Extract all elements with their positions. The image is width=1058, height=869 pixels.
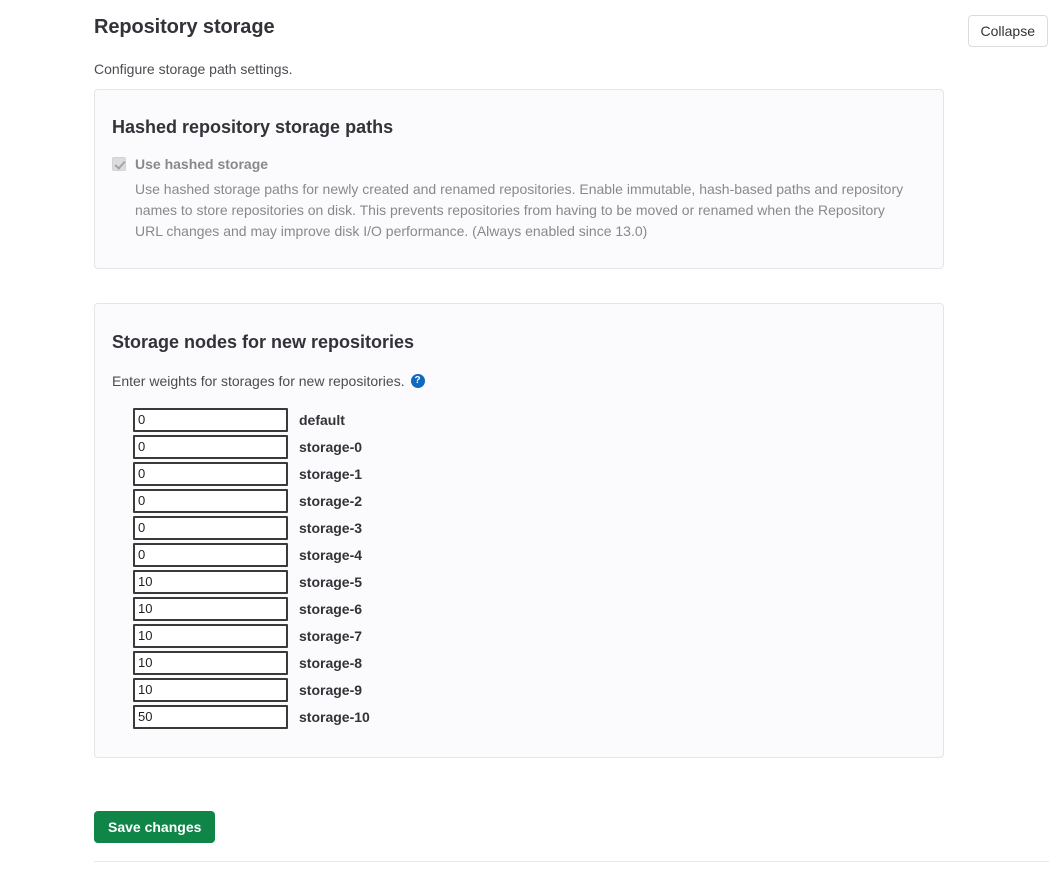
question-circle-icon[interactable]: ? bbox=[410, 374, 425, 388]
storage-name-label: storage-10 bbox=[299, 708, 370, 725]
storage-weight-row: default bbox=[133, 406, 943, 433]
storage-name-label: storage-8 bbox=[299, 654, 363, 671]
storage-nodes-help: Enter weights for storages for new repos… bbox=[112, 371, 943, 391]
hashed-storage-description: Use hashed storage paths for newly creat… bbox=[135, 181, 904, 239]
storage-name-label: storage-3 bbox=[299, 519, 363, 536]
page-title: Repository storage bbox=[94, 16, 275, 38]
storage-name-label: storage-9 bbox=[299, 681, 363, 698]
storage-weight-row: storage-6 bbox=[133, 595, 943, 622]
storage-weight-input-storage-7[interactable] bbox=[133, 623, 288, 648]
storage-name-label: storage-0 bbox=[299, 438, 363, 455]
storage-weight-row: storage-2 bbox=[133, 487, 943, 514]
storage-weight-row: storage-10 bbox=[133, 703, 943, 730]
storage-name-label: storage-4 bbox=[299, 546, 363, 563]
storage-weight-input-storage-5[interactable] bbox=[133, 569, 288, 594]
page-subtitle: Configure storage path settings. bbox=[94, 61, 293, 77]
storage-weight-row: storage-1 bbox=[133, 460, 943, 487]
storage-weight-row: storage-0 bbox=[133, 433, 943, 460]
storage-weight-input-storage-6[interactable] bbox=[133, 596, 288, 621]
storage-weight-input-storage-0[interactable] bbox=[133, 434, 288, 459]
storage-name-label: default bbox=[299, 411, 345, 428]
storage-nodes-title: Storage nodes for new repositories bbox=[112, 332, 415, 352]
storage-nodes-card: Storage nodes for new repositories Enter… bbox=[94, 303, 944, 758]
storage-nodes-help-text: Enter weights for storages for new repos… bbox=[112, 373, 405, 389]
storage-weight-input-storage-8[interactable] bbox=[133, 650, 288, 675]
use-hashed-storage-label: Use hashed storage bbox=[135, 156, 269, 172]
storage-name-label: storage-5 bbox=[299, 573, 363, 590]
save-changes-button[interactable]: Save changes bbox=[94, 811, 216, 843]
storage-weight-row: storage-8 bbox=[133, 649, 943, 676]
storage-name-label: storage-7 bbox=[299, 627, 363, 644]
page-header: Repository storage Configure storage pat… bbox=[94, 14, 954, 79]
collapse-button[interactable]: Collapse bbox=[967, 15, 1048, 47]
storage-weight-input-default[interactable] bbox=[133, 407, 288, 432]
storage-weight-row: storage-7 bbox=[133, 622, 943, 649]
storage-weight-row: storage-3 bbox=[133, 514, 943, 541]
storage-weight-row: storage-4 bbox=[133, 541, 943, 568]
hashed-storage-title: Hashed repository storage paths bbox=[112, 117, 394, 137]
storage-name-label: storage-6 bbox=[299, 600, 363, 617]
hashed-storage-card: Hashed repository storage paths Use hash… bbox=[94, 89, 944, 269]
storage-weight-input-storage-4[interactable] bbox=[133, 542, 288, 567]
storage-weight-row: storage-5 bbox=[133, 568, 943, 595]
storage-weights-list: default storage-0 storage-1 storage-2 storag… bbox=[133, 406, 943, 730]
storage-weight-row: storage-9 bbox=[133, 676, 943, 703]
use-hashed-storage-checkbox bbox=[112, 157, 126, 171]
use-hashed-storage-row: Use hashed storage bbox=[95, 139, 943, 173]
storage-weight-input-storage-3[interactable] bbox=[133, 515, 288, 540]
storage-weight-input-storage-10[interactable] bbox=[133, 704, 288, 729]
storage-name-label: storage-2 bbox=[299, 492, 363, 509]
storage-weight-input-storage-2[interactable] bbox=[133, 488, 288, 513]
storage-weight-input-storage-9[interactable] bbox=[133, 677, 288, 702]
storage-name-label: storage-1 bbox=[299, 465, 363, 482]
storage-weight-input-storage-1[interactable] bbox=[133, 461, 288, 486]
bottom-divider bbox=[94, 861, 1049, 862]
